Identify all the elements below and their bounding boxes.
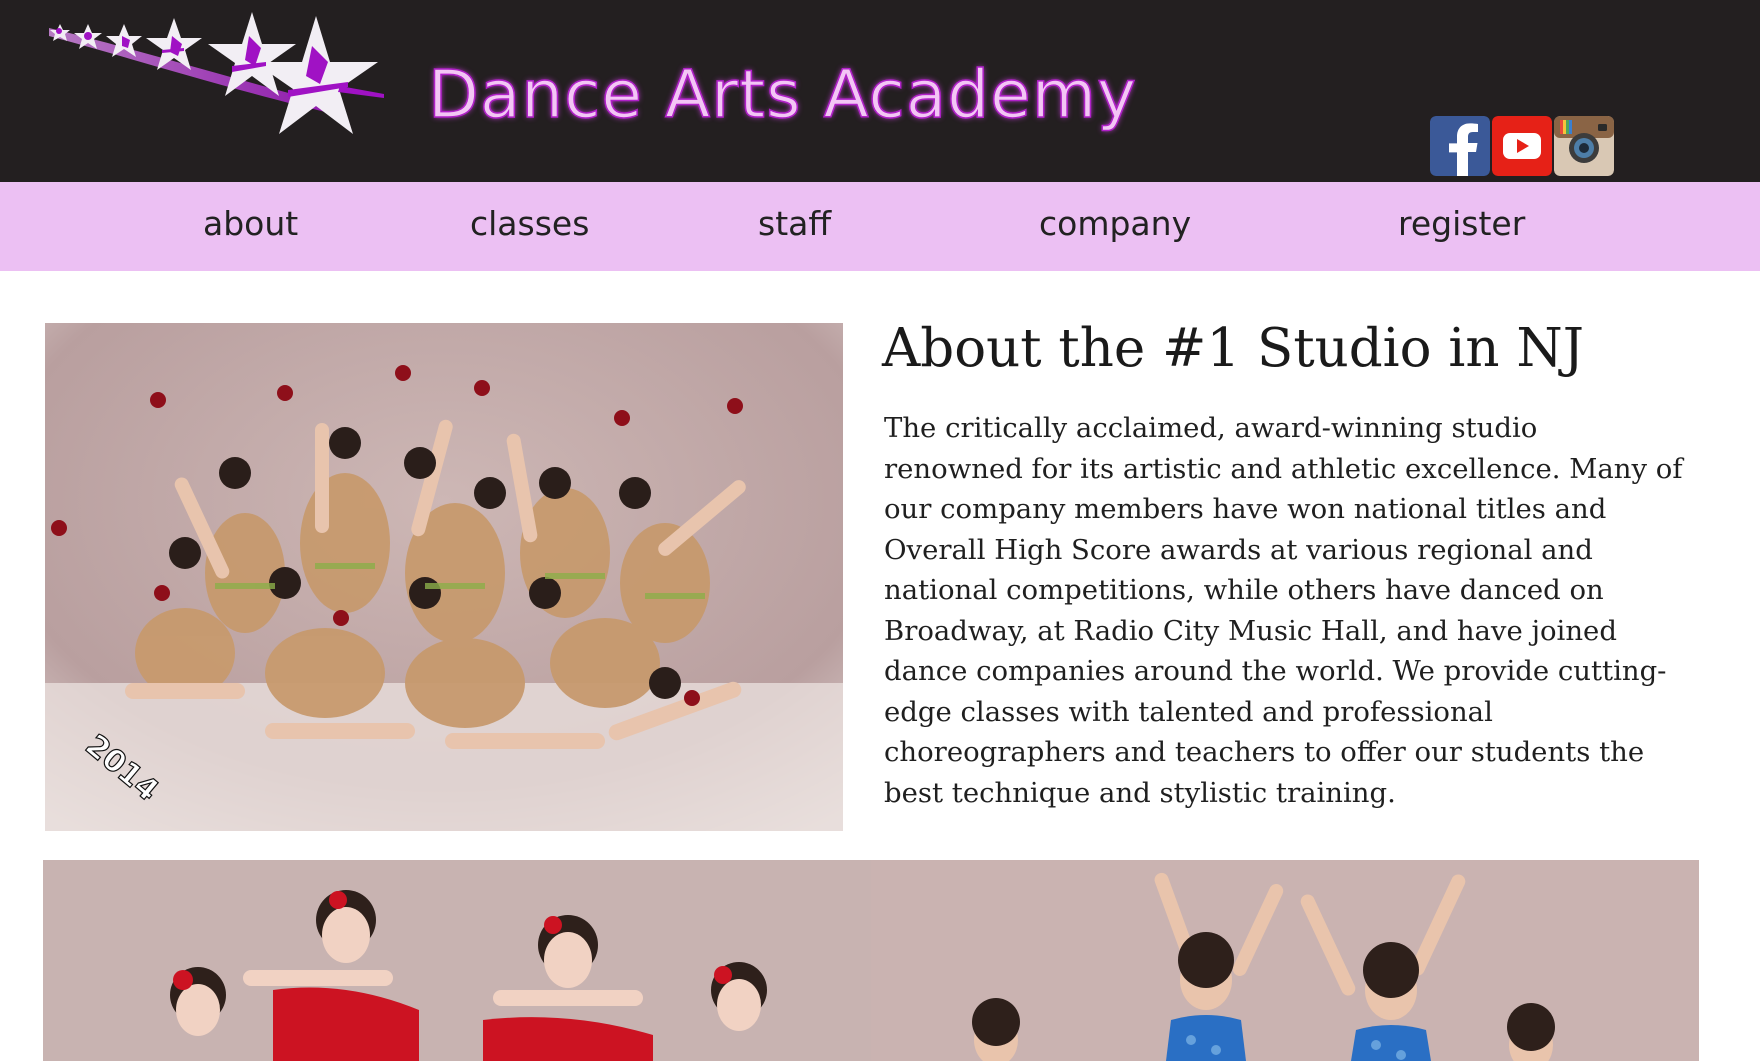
blue-costume-class-photo [871, 860, 1699, 1061]
nav-item-about[interactable]: about [203, 204, 298, 243]
site-header: Dance Arts Academy [0, 0, 1760, 182]
red-costume-class-photo [43, 860, 871, 1061]
nav-item-staff[interactable]: staff [758, 204, 831, 243]
social-links [1430, 116, 1614, 176]
nav-item-company[interactable]: company [1039, 204, 1191, 243]
nav-item-classes[interactable]: classes [470, 204, 589, 243]
main-nav: about classes staff company register [0, 182, 1760, 271]
company-group-photo: 2014 [45, 323, 843, 831]
page-title: About the #1 Studio in NJ [882, 318, 1584, 379]
site-title[interactable]: Dance Arts Academy [427, 55, 1137, 134]
nav-item-register[interactable]: register [1398, 204, 1525, 243]
instagram-icon[interactable] [1554, 116, 1614, 176]
youtube-icon[interactable] [1492, 116, 1552, 176]
about-paragraph: The critically acclaimed, award-winning … [884, 412, 1683, 809]
dancing-stars-logo-icon[interactable] [44, 6, 400, 156]
facebook-icon[interactable] [1430, 116, 1490, 176]
